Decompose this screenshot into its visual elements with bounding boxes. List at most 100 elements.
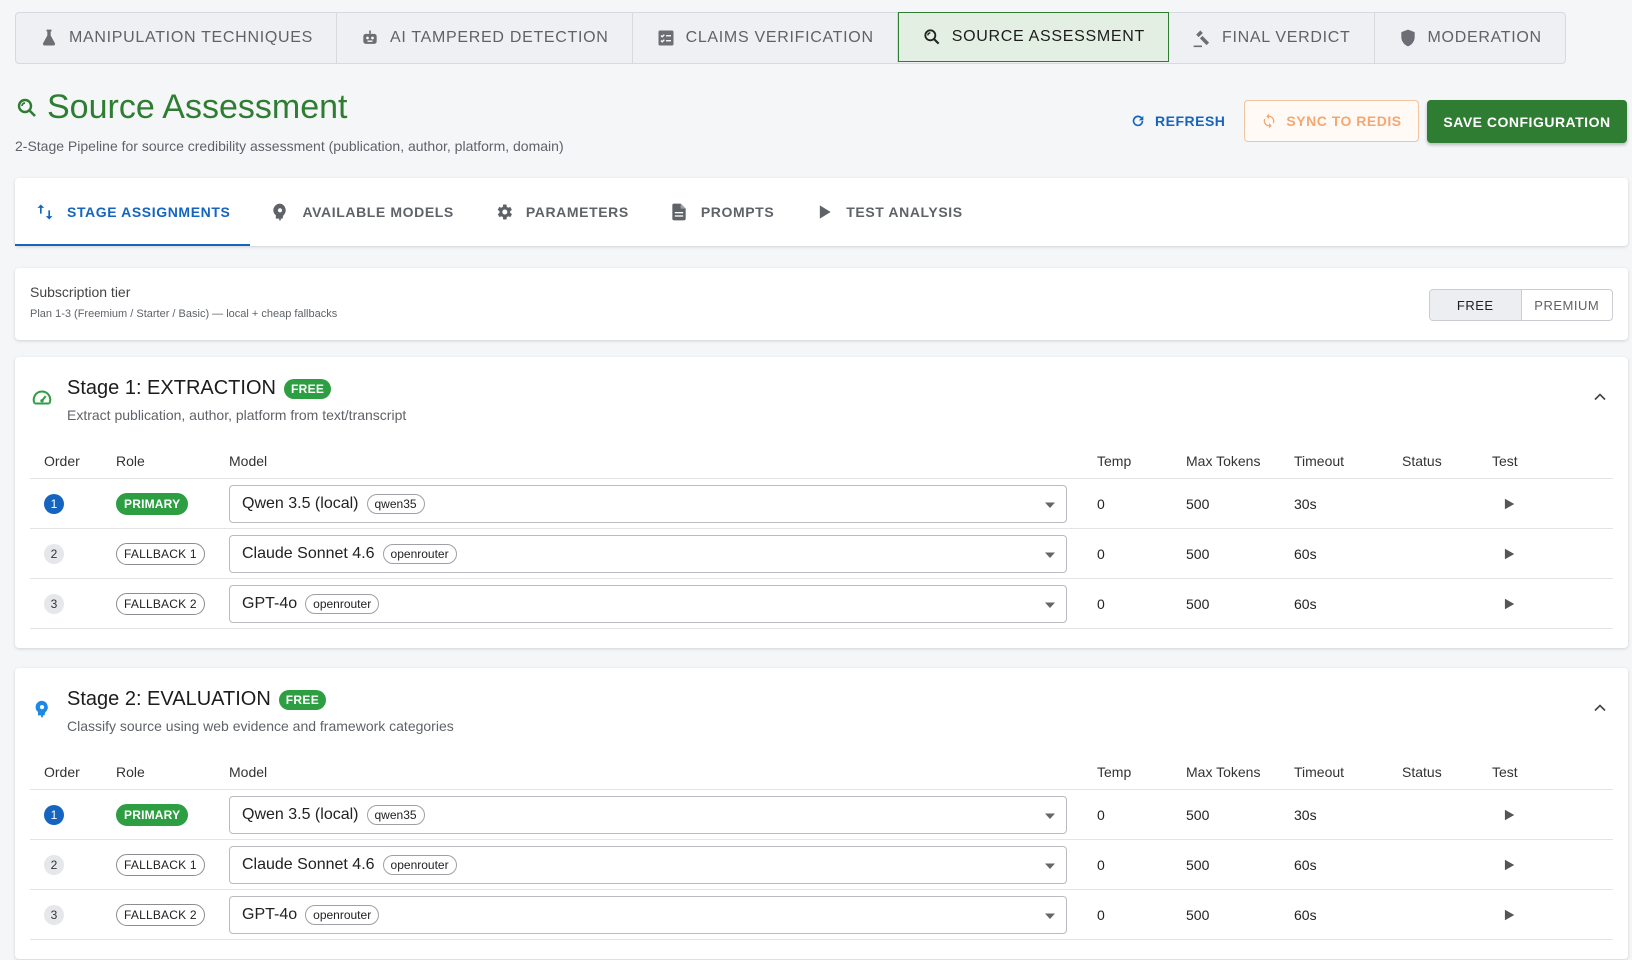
tier-description: Plan 1-3 (Freemium / Starter / Basic) — … [30,308,338,320]
order-number: 1 [44,804,64,825]
stage-description: Extract publication, author, platform fr… [67,407,407,423]
tier-option-free[interactable]: FREE [1430,290,1522,320]
tab-label: AVAILABLE MODELS [302,204,454,220]
tab-parameters[interactable]: PARAMETERS [474,178,649,246]
source-search-icon [922,27,942,47]
tab-final-verdict[interactable]: FINAL VERDICT [1169,13,1375,63]
table-row: 2 FALLBACK 1 Claude Sonnet 4.6 openroute… [30,529,1613,579]
test-button[interactable] [1502,479,1516,528]
play-icon [1502,547,1516,561]
chevron-up-icon[interactable] [1590,698,1610,718]
column-header: Timeout [1294,453,1345,469]
role-badge: FALLBACK 1 [116,853,205,876]
max-tokens-value: 500 [1186,806,1210,823]
sync-icon [1261,113,1277,129]
stage-description: Classify source using web evidence and f… [67,718,454,734]
column-header: Model [229,764,268,780]
tab-prompts[interactable]: PROMPTS [649,178,794,246]
test-button[interactable] [1502,840,1516,889]
stage-card-extraction: Stage 1: EXTRACTION FREE Extract publica… [15,357,1628,648]
test-button[interactable] [1502,529,1516,578]
play-icon [1502,597,1516,611]
tab-label: STAGE ASSIGNMENTS [67,204,231,220]
tab-ai-tampered-detection[interactable]: AI TAMPERED DETECTION [337,13,633,63]
model-select[interactable]: GPT-4o openrouter [229,585,1067,623]
model-select[interactable]: Claude Sonnet 4.6 openrouter [229,535,1067,573]
order-number: 2 [44,854,64,875]
role-badge: PRIMARY [116,492,189,515]
temp-value: 0 [1097,495,1105,512]
caret-down-icon [1044,600,1056,610]
provider-chip: qwen35 [366,805,425,825]
play-icon [814,202,834,222]
tab-label: MANIPULATION TECHNIQUES [69,29,313,46]
table-row: 2 FALLBACK 1 Claude Sonnet 4.6 openroute… [30,840,1613,890]
provider-chip: qwen35 [366,494,425,514]
checklist-icon [656,28,676,48]
table-row: 3 FALLBACK 2 GPT-4o openrouter 0 500 60s [30,890,1613,940]
chevron-up-icon[interactable] [1590,387,1610,407]
model-select[interactable]: Qwen 3.5 (local) qwen35 [229,796,1067,834]
tier-badge: FREE [283,378,332,399]
column-header: Order [44,764,80,780]
model-select[interactable]: GPT-4o openrouter [229,896,1067,934]
play-icon [1502,908,1516,922]
test-button[interactable] [1502,579,1516,628]
tab-stage-assignments[interactable]: STAGE ASSIGNMENTS [15,178,251,246]
tab-label: TEST ANALYSIS [846,204,963,220]
provider-chip: openrouter [305,594,380,614]
tab-test-analysis[interactable]: TEST ANALYSIS [794,178,982,246]
tab-available-models[interactable]: AVAILABLE MODELS [250,178,473,246]
column-header: Model [229,453,268,469]
refresh-button[interactable]: REFRESH [1122,100,1233,142]
subscription-tier-card: Subscription tier Plan 1-3 (Freemium / S… [15,268,1628,340]
column-header: Status [1402,453,1442,469]
sync-to-redis-button[interactable]: SYNC TO REDIS [1244,100,1419,142]
play-icon [1502,858,1516,872]
caret-down-icon [1044,550,1056,560]
caret-down-icon [1044,911,1056,921]
model-name: GPT-4o [242,595,298,612]
test-button[interactable] [1502,890,1516,939]
top-navigation-tabs: MANIPULATION TECHNIQUES AI TAMPERED DETE… [15,12,1566,64]
refresh-label: REFRESH [1155,113,1226,129]
stage-title: Stage 1: EXTRACTION [67,377,276,399]
save-configuration-button[interactable]: SAVE CONFIGURATION [1427,100,1627,143]
provider-chip: openrouter [382,855,457,875]
model-select[interactable]: Qwen 3.5 (local) qwen35 [229,485,1067,523]
column-header: Max Tokens [1186,453,1261,469]
page-title-text: Source Assessment [47,88,348,126]
tab-label: MODERATION [1427,29,1542,46]
max-tokens-value: 500 [1186,495,1210,512]
tab-claims-verification[interactable]: CLAIMS VERIFICATION [633,13,898,63]
role-badge: FALLBACK 2 [116,903,205,926]
table-header-row: Order Role Model Temp Max Tokens Timeout… [30,441,1613,479]
source-search-icon [15,96,39,120]
page-subtitle: 2-Stage Pipeline for source credibility … [15,138,564,154]
timeout-value: 60s [1294,595,1317,612]
tab-source-assessment[interactable]: SOURCE ASSESSMENT [897,12,1169,62]
tier-toggle: FREE PREMIUM [1429,289,1613,321]
model-name: Claude Sonnet 4.6 [242,545,375,562]
tab-manipulation-techniques[interactable]: MANIPULATION TECHNIQUES [16,13,337,63]
brain-icon [31,698,53,720]
order-number: 2 [44,543,64,564]
tier-title: Subscription tier [30,284,131,300]
tier-option-premium[interactable]: PREMIUM [1522,290,1613,320]
stage-title: Stage 2: EVALUATION [67,688,271,710]
model-select[interactable]: Claude Sonnet 4.6 openrouter [229,846,1067,884]
tab-label: PROMPTS [700,204,775,220]
provider-chip: openrouter [382,544,457,564]
sync-label: SYNC TO REDIS [1286,113,1402,129]
flask-icon [39,28,59,48]
column-header: Role [116,764,145,780]
tab-moderation[interactable]: MODERATION [1375,13,1565,63]
column-header: Order [44,453,80,469]
gavel-icon [1192,28,1212,48]
column-header: Temp [1097,453,1132,469]
timeout-value: 60s [1294,545,1317,562]
tab-label: FINAL VERDICT [1221,29,1351,46]
column-header: Max Tokens [1186,764,1261,780]
tab-label: CLAIMS VERIFICATION [685,29,874,46]
test-button[interactable] [1502,790,1516,839]
